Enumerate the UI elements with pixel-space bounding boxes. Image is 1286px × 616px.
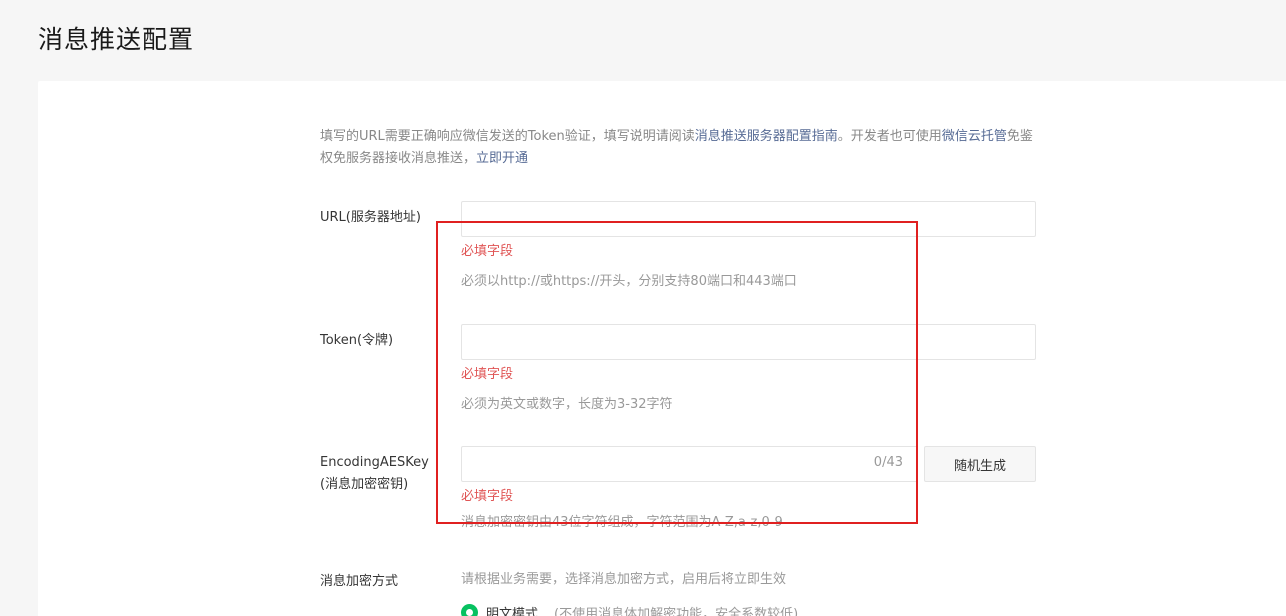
- intro-text-part: 。开发者也可使用: [837, 129, 942, 144]
- url-hint: 必须以http://或https://开头，分别支持80端口和443端口: [461, 274, 797, 289]
- radio-plain-note: (不使用消息体加解密功能，安全系数较低): [554, 606, 799, 616]
- token-label: Token(令牌): [320, 333, 394, 348]
- encrypt-mode-label: 消息加密方式: [320, 574, 399, 589]
- url-error: 必填字段: [461, 244, 514, 259]
- url-label: URL(服务器地址): [320, 210, 421, 225]
- aes-key-label-line1: EncodingAESKey: [320, 455, 429, 470]
- aes-key-field: 0/43: [461, 446, 918, 482]
- radio-plain-label: 明文模式: [486, 606, 539, 616]
- token-error: 必填字段: [461, 367, 514, 382]
- server-config-guide-link[interactable]: 消息推送服务器配置指南: [695, 129, 838, 144]
- page-title: 消息推送配置: [38, 25, 195, 54]
- url-input[interactable]: [461, 201, 1036, 237]
- radio-selected-icon[interactable]: [461, 603, 478, 616]
- open-now-link[interactable]: 立即开通: [476, 151, 528, 166]
- aes-key-counter: 0/43: [873, 455, 903, 470]
- aes-key-hint: 消息加密密钥由43位字符组成，字符范围为A-Z,a-z,0-9: [461, 515, 783, 530]
- aes-key-label: EncodingAESKey (消息加密密钥): [320, 452, 429, 496]
- token-input[interactable]: [461, 324, 1036, 360]
- radio-plain-mode[interactable]: 明文模式 (不使用消息体加解密功能，安全系数较低): [461, 602, 798, 616]
- token-hint: 必须为英文或数字，长度为3-32字符: [461, 397, 673, 412]
- aes-key-error: 必填字段: [461, 489, 514, 504]
- aes-key-label-line2: (消息加密密钥): [320, 477, 409, 492]
- intro-text: 填写的URL需要正确响应微信发送的Token验证，填写说明请阅读消息推送服务器配…: [320, 126, 1040, 170]
- intro-text-part: 填写的URL需要正确响应微信发送的Token验证，填写说明请阅读: [320, 129, 695, 144]
- aes-key-input[interactable]: [462, 447, 842, 481]
- wechat-cloud-link[interactable]: 微信云托管: [942, 129, 1007, 144]
- random-generate-button[interactable]: 随机生成: [924, 446, 1036, 482]
- encrypt-mode-hint: 请根据业务需要，选择消息加密方式，启用后将立即生效: [461, 572, 787, 587]
